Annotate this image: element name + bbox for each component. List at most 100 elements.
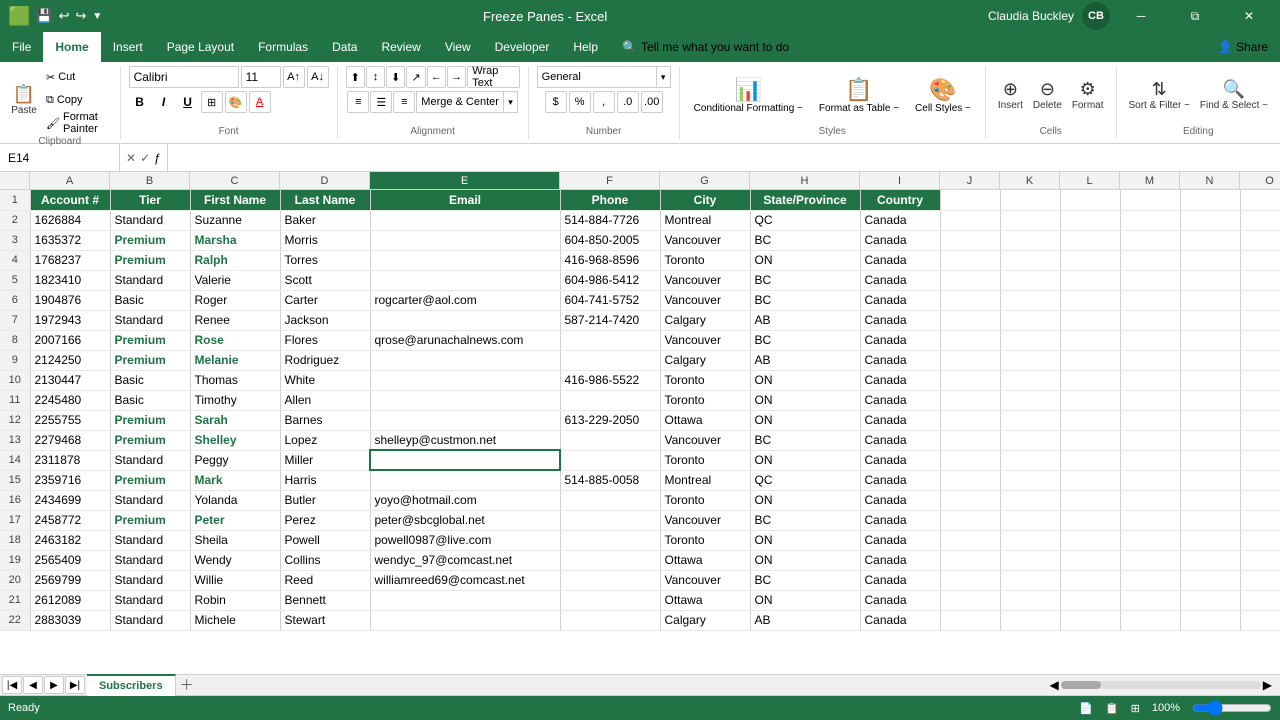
cell-J-6[interactable]	[940, 290, 1000, 310]
cell-tier-2[interactable]: Standard	[110, 210, 190, 230]
merge-center-btn[interactable]: Merge & Center	[416, 91, 504, 113]
cell-country-12[interactable]: Canada	[860, 410, 940, 430]
cell-M-14[interactable]	[1120, 450, 1180, 470]
cell-email-7[interactable]	[370, 310, 560, 330]
merge-center-combo[interactable]: Merge & Center ▾	[416, 91, 518, 113]
cell-country-14[interactable]: Canada	[860, 450, 940, 470]
cell-phone-2[interactable]: 514-884-7726	[560, 210, 660, 230]
cell-L-21[interactable]	[1060, 590, 1120, 610]
cut-button[interactable]: ✂ Cut	[42, 66, 112, 88]
cell-lastname-20[interactable]: Reed	[280, 570, 370, 590]
cell-K-14[interactable]	[1000, 450, 1060, 470]
cell-country-18[interactable]: Canada	[860, 530, 940, 550]
cell-K-12[interactable]	[1000, 410, 1060, 430]
cell-M-13[interactable]	[1120, 430, 1180, 450]
cell-tier-11[interactable]: Basic	[110, 390, 190, 410]
cell-O-4[interactable]	[1240, 250, 1280, 270]
cell-firstname-20[interactable]: Willie	[190, 570, 280, 590]
cell-lastname-8[interactable]: Flores	[280, 330, 370, 350]
cell-tier-10[interactable]: Basic	[110, 370, 190, 390]
bold-button[interactable]: B	[129, 91, 151, 113]
font-name-input[interactable]	[129, 66, 239, 88]
cell-firstname-18[interactable]: Sheila	[190, 530, 280, 550]
row-header-7[interactable]: 7	[0, 310, 30, 330]
align-center-btn[interactable]: ☰	[370, 91, 392, 113]
cell-M-12[interactable]	[1120, 410, 1180, 430]
cell-account-16[interactable]: 2434699	[30, 490, 110, 510]
indent-increase-btn[interactable]: →	[447, 66, 466, 88]
cell-lastname-19[interactable]: Collins	[280, 550, 370, 570]
cell-K-18[interactable]	[1000, 530, 1060, 550]
cell-J-8[interactable]	[940, 330, 1000, 350]
cell-account-17[interactable]: 2458772	[30, 510, 110, 530]
cell-city-3[interactable]: Vancouver	[660, 230, 750, 250]
cell-J-9[interactable]	[940, 350, 1000, 370]
align-right-btn[interactable]: ≡	[393, 91, 415, 113]
cell-lastname-18[interactable]: Powell	[280, 530, 370, 550]
cell-M-11[interactable]	[1120, 390, 1180, 410]
percent-btn[interactable]: %	[569, 91, 591, 113]
cell-country-9[interactable]: Canada	[860, 350, 940, 370]
cell-O-12[interactable]	[1240, 410, 1280, 430]
cell-email-22[interactable]	[370, 610, 560, 630]
cell-account-5[interactable]: 1823410	[30, 270, 110, 290]
cell-phone-8[interactable]	[560, 330, 660, 350]
cell-email-18[interactable]: powell0987@live.com	[370, 530, 560, 550]
tab-page-layout[interactable]: Page Layout	[155, 32, 246, 62]
cell-J-12[interactable]	[940, 410, 1000, 430]
col-header-O[interactable]: O	[1240, 172, 1280, 189]
cell-city-8[interactable]: Vancouver	[660, 330, 750, 350]
row-header-6[interactable]: 6	[0, 290, 30, 310]
cell-firstname-22[interactable]: Michele	[190, 610, 280, 630]
wrap-text-btn[interactable]: Wrap Text	[467, 66, 519, 88]
customize-btn[interactable]: ▼	[92, 11, 102, 22]
cell-N-21[interactable]	[1180, 590, 1240, 610]
row-header-14[interactable]: 14	[0, 450, 30, 470]
row-header-17[interactable]: 17	[0, 510, 30, 530]
cell-account-12[interactable]: 2255755	[30, 410, 110, 430]
row-header-20[interactable]: 20	[0, 570, 30, 590]
cell-phone-14[interactable]	[560, 450, 660, 470]
cell-firstname-7[interactable]: Renee	[190, 310, 280, 330]
cell-state-15[interactable]: QC	[750, 470, 860, 490]
cell-phone-11[interactable]	[560, 390, 660, 410]
cell-country-21[interactable]: Canada	[860, 590, 940, 610]
cell-state-8[interactable]: BC	[750, 330, 860, 350]
cell-email-17[interactable]: peter@sbcglobal.net	[370, 510, 560, 530]
cell-N-9[interactable]	[1180, 350, 1240, 370]
col-header-D[interactable]: D	[280, 172, 370, 189]
cell-L-8[interactable]	[1060, 330, 1120, 350]
indent-decrease-btn[interactable]: ←	[427, 66, 446, 88]
cell-tier-15[interactable]: Premium	[110, 470, 190, 490]
col-header-H[interactable]: H	[750, 172, 860, 189]
cell-M-16[interactable]	[1120, 490, 1180, 510]
cell-tier-5[interactable]: Standard	[110, 270, 190, 290]
insert-function-btn[interactable]: ƒ	[154, 151, 161, 165]
cell-city-14[interactable]: Toronto	[660, 450, 750, 470]
cell-N-3[interactable]	[1180, 230, 1240, 250]
cell-L-6[interactable]	[1060, 290, 1120, 310]
header-city[interactable]: City	[660, 190, 750, 210]
cell-J-18[interactable]	[940, 530, 1000, 550]
cell-email-3[interactable]	[370, 230, 560, 250]
cell-city-5[interactable]: Vancouver	[660, 270, 750, 290]
number-format-combo[interactable]: General ▾	[537, 66, 671, 88]
cell-J-22[interactable]	[940, 610, 1000, 630]
decimal-decrease-btn[interactable]: .00	[641, 91, 663, 113]
cell-J-17[interactable]	[940, 510, 1000, 530]
cell-K-6[interactable]	[1000, 290, 1060, 310]
cell-state-19[interactable]: ON	[750, 550, 860, 570]
cell-M-10[interactable]	[1120, 370, 1180, 390]
cell-firstname-2[interactable]: Suzanne	[190, 210, 280, 230]
cell-M-19[interactable]	[1120, 550, 1180, 570]
cell-account-14[interactable]: 2311878	[30, 450, 110, 470]
cell-K-22[interactable]	[1000, 610, 1060, 630]
currency-btn[interactable]: $	[545, 91, 567, 113]
cell-phone-18[interactable]	[560, 530, 660, 550]
cell-J-2[interactable]	[940, 210, 1000, 230]
cell-M-2[interactable]	[1120, 210, 1180, 230]
cell-phone-6[interactable]: 604-741-5752	[560, 290, 660, 310]
cell-N-15[interactable]	[1180, 470, 1240, 490]
cell-L-22[interactable]	[1060, 610, 1120, 630]
cell-M-15[interactable]	[1120, 470, 1180, 490]
